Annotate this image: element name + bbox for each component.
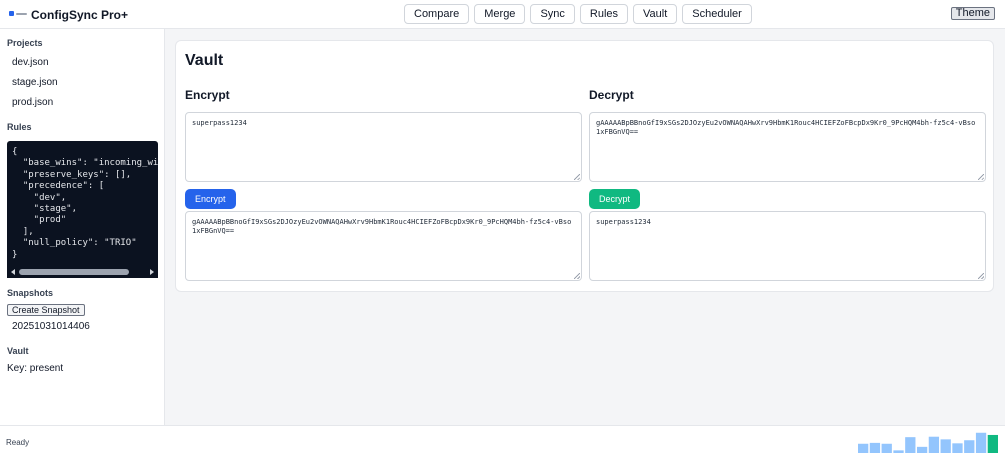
create-snapshot-button[interactable]: Create Snapshot: [7, 304, 85, 316]
app-title: ConfigSync Pro+: [31, 8, 129, 22]
snapshots-heading: Snapshots: [7, 288, 54, 298]
encrypt-input-textarea[interactable]: superpass1234: [185, 112, 582, 182]
activity-bar: [975, 432, 987, 453]
theme-toggle-button[interactable]: Theme: [950, 7, 995, 20]
nav-rules-button[interactable]: Rules: [579, 4, 629, 24]
resize-grip-icon[interactable]: [978, 174, 984, 180]
nav-vault-button[interactable]: Vault: [633, 4, 678, 24]
activity-bar: [858, 443, 869, 453]
decrypt-output-text: superpass1234: [596, 218, 651, 226]
resize-grip-icon[interactable]: [978, 273, 984, 279]
scroll-left-arrow-icon[interactable]: [11, 269, 15, 275]
decrypt-output-textarea[interactable]: superpass1234: [589, 211, 986, 281]
activity-bar: [869, 442, 881, 453]
resize-grip-icon[interactable]: [574, 174, 580, 180]
status-bar: Ready: [0, 425, 1005, 458]
project-item-stage[interactable]: stage.json: [12, 77, 58, 88]
activity-bar: [964, 440, 975, 453]
rules-horizontal-scrollbar[interactable]: [7, 267, 158, 278]
activity-bar: [952, 443, 963, 453]
activity-sparkline: [858, 432, 998, 453]
main-content: Vault Encrypt Decrypt superpass1234 gAAA…: [165, 29, 1005, 425]
encrypt-heading: Encrypt: [185, 88, 230, 102]
activity-bar: [940, 439, 951, 453]
project-item-prod[interactable]: prod.json: [12, 97, 53, 108]
rules-json-viewer[interactable]: { "base_wins": "incoming_wins", "preserv…: [7, 141, 158, 278]
project-item-dev[interactable]: dev.json: [12, 57, 49, 68]
activity-bar: [916, 446, 928, 453]
status-text: Ready: [6, 438, 30, 447]
nav-scheduler-button[interactable]: Scheduler: [682, 4, 752, 24]
decrypt-input-textarea[interactable]: gAAAAABpBBnoGfI9xSGs2DJOzyEu2vOWNAQAHwXr…: [589, 112, 986, 182]
encrypt-output-textarea[interactable]: gAAAAABpBBnoGfI9xSGs2DJOzyEu2vOWNAQAHwXr…: [185, 211, 582, 281]
rules-json-text: { "base_wins": "incoming_wins", "preserv…: [12, 147, 158, 260]
projects-heading: Projects: [7, 38, 43, 48]
activity-bar: [905, 437, 916, 453]
page-title: Vault: [185, 52, 224, 69]
decrypt-button[interactable]: Decrypt: [589, 189, 641, 209]
vault-heading: Vault: [7, 346, 29, 356]
nav-compare-button[interactable]: Compare: [404, 4, 470, 24]
sidebar: Projects dev.json stage.json prod.json R…: [0, 29, 165, 425]
scrollbar-thumb[interactable]: [19, 269, 129, 275]
decrypt-heading: Decrypt: [589, 88, 634, 102]
activity-bar: [987, 434, 998, 453]
encrypt-button[interactable]: Encrypt: [185, 189, 236, 209]
scroll-right-arrow-icon[interactable]: [150, 269, 154, 275]
activity-bar: [881, 443, 892, 453]
nav-merge-button[interactable]: Merge: [474, 4, 526, 24]
main-nav: Compare Merge Sync Rules Vault Scheduler: [404, 4, 752, 24]
app-logo-icon: [9, 11, 27, 16]
activity-bar: [928, 436, 940, 453]
nav-sync-button[interactable]: Sync: [530, 4, 575, 24]
top-bar: ConfigSync Pro+ Compare Merge Sync Rules…: [0, 0, 1005, 29]
rules-heading: Rules: [7, 122, 32, 132]
resize-grip-icon[interactable]: [574, 273, 580, 279]
activity-bar: [893, 450, 904, 453]
encrypt-output-text: gAAAAABpBBnoGfI9xSGs2DJOzyEu2vOWNAQAHwXr…: [192, 218, 572, 235]
decrypt-input-text: gAAAAABpBBnoGfI9xSGs2DJOzyEu2vOWNAQAHwXr…: [596, 119, 976, 136]
vault-key-status: Key: present: [7, 363, 64, 374]
snapshot-item[interactable]: 20251031014406: [12, 321, 90, 332]
encrypt-input-text: superpass1234: [192, 119, 247, 127]
vault-panel: Vault Encrypt Decrypt superpass1234 gAAA…: [175, 40, 994, 292]
